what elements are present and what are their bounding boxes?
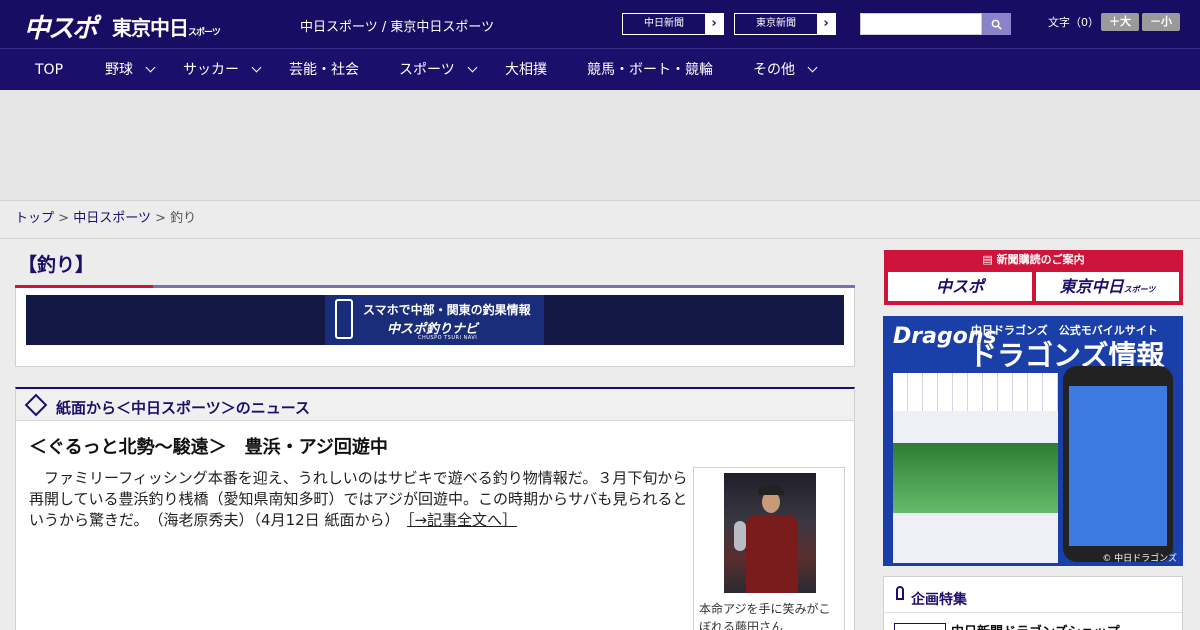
article-headline[interactable]: ＜ぐるっと北勢～駿遠＞ 豊浜・アジ回遊中 xyxy=(29,433,388,459)
newspaper-icon xyxy=(24,393,48,417)
font-bigger-button[interactable]: ＋大 xyxy=(1101,13,1139,31)
news-section: 紙面から＜中日スポーツ＞のニュース ＜ぐるっと北勢～駿遠＞ 豊浜・アジ回遊中 フ… xyxy=(15,387,855,630)
nav-item-sports[interactable]: スポーツ xyxy=(399,49,478,91)
breadcrumb: トップ > 中日スポーツ > 釣り xyxy=(0,201,1200,239)
nav-item-sumo[interactable]: 大相撲 xyxy=(505,49,547,91)
dragons-mobile-banner[interactable]: Dragons 中日ドラゴンズ 公式モバイルサイト ドラゴンズ情報 © 中日ドラ… xyxy=(883,316,1183,566)
banner-box: スマホで中部・関東の釣果情報 中スポ釣りナビ CHUSPO TSURI NAVI xyxy=(15,288,855,367)
search-icon xyxy=(991,19,1002,30)
newspaper-icon: ▤ xyxy=(982,253,997,266)
breadcrumb-chunichi-link[interactable]: 中日スポーツ xyxy=(73,211,151,226)
subscribe-tokyo-chunichi-button[interactable]: 東京中日スポーツ xyxy=(1036,272,1179,301)
smartphone-image xyxy=(1063,366,1173,562)
page-title: 【釣り】 xyxy=(18,254,95,276)
tokyo-shimbun-link[interactable]: 東京新聞 › xyxy=(734,13,836,35)
header-title: 中日スポーツ / 東京中日スポーツ xyxy=(300,20,495,35)
news-section-header: 紙面から＜中日スポーツ＞のニュース xyxy=(16,389,854,421)
font-smaller-button[interactable]: －小 xyxy=(1142,13,1180,31)
feature-title: 企画特集 xyxy=(911,592,967,608)
font-size-label: 文字（0） xyxy=(1048,16,1099,29)
feature-box: 企画特集 中日新聞ドラゴンズショップ xyxy=(883,576,1183,630)
article-photo[interactable] xyxy=(724,473,816,593)
breadcrumb-top-link[interactable]: トップ xyxy=(15,211,54,226)
photo-caption: 本命アジを手に笑みがこぼれる藤田さん xyxy=(699,602,831,630)
nav-item-top[interactable]: TOP xyxy=(35,49,63,91)
nav-item-soccer[interactable]: サッカー xyxy=(183,49,262,91)
article-photo-box: 本命アジを手に笑みがこぼれる藤田さん xyxy=(693,467,845,630)
feature-thumbnail[interactable] xyxy=(894,623,946,630)
tsuri-navi-banner[interactable]: スマホで中部・関東の釣果情報 中スポ釣りナビ CHUSPO TSURI NAVI xyxy=(26,295,844,345)
tokyo-chunichi-logo[interactable]: 東京中日スポーツ xyxy=(112,12,221,41)
scoreboard-image xyxy=(893,373,1058,563)
smartphone-icon xyxy=(335,299,353,339)
search-button[interactable] xyxy=(982,13,1011,35)
site-header: 中スポ 東京中日スポーツ 中日スポーツ / 東京中日スポーツ 中日新聞 › 東京新… xyxy=(0,0,1200,48)
nav-item-others[interactable]: その他 xyxy=(753,49,818,91)
chevron-down-icon xyxy=(251,62,262,73)
ad-area xyxy=(0,90,1200,201)
nav-item-entertainment[interactable]: 芸能・社会 xyxy=(289,49,359,91)
breadcrumb-current: 釣り xyxy=(170,211,197,226)
chevron-right-icon: › xyxy=(817,14,835,34)
chevron-right-icon: › xyxy=(705,14,723,34)
chevron-down-icon xyxy=(807,62,818,73)
nav-item-racing[interactable]: 競馬・ボート・競輪 xyxy=(587,49,713,91)
subscription-box: ▤ 新聞購読のご案内 中スポ 東京中日スポーツ xyxy=(884,250,1183,305)
chunichi-shimbun-link[interactable]: 中日新聞 › xyxy=(622,13,724,35)
pin-icon xyxy=(896,586,904,600)
chevron-down-icon xyxy=(467,62,478,73)
subscription-header: ▤ 新聞購読のご案内 xyxy=(982,253,1085,266)
nav-item-baseball[interactable]: 野球 xyxy=(105,49,156,91)
search-input[interactable] xyxy=(860,13,982,35)
subscribe-chuspo-button[interactable]: 中スポ xyxy=(888,272,1032,301)
article-summary: ファミリーフィッシング本番を迎え、うれしいのはサビキで遊べる釣り物情報だ。３月下… xyxy=(29,469,688,529)
main-nav: TOP 野球 サッカー 芸能・社会 スポーツ 大相撲 競馬・ボート・競輪 その他 xyxy=(0,48,1200,90)
feature-item-link[interactable]: 中日新聞ドラゴンズショップ xyxy=(951,621,1120,630)
chevron-down-icon xyxy=(145,62,156,73)
chuspo-logo[interactable]: 中スポ xyxy=(24,8,98,45)
read-more-link[interactable]: ［→記事全文へ］ xyxy=(407,511,517,529)
